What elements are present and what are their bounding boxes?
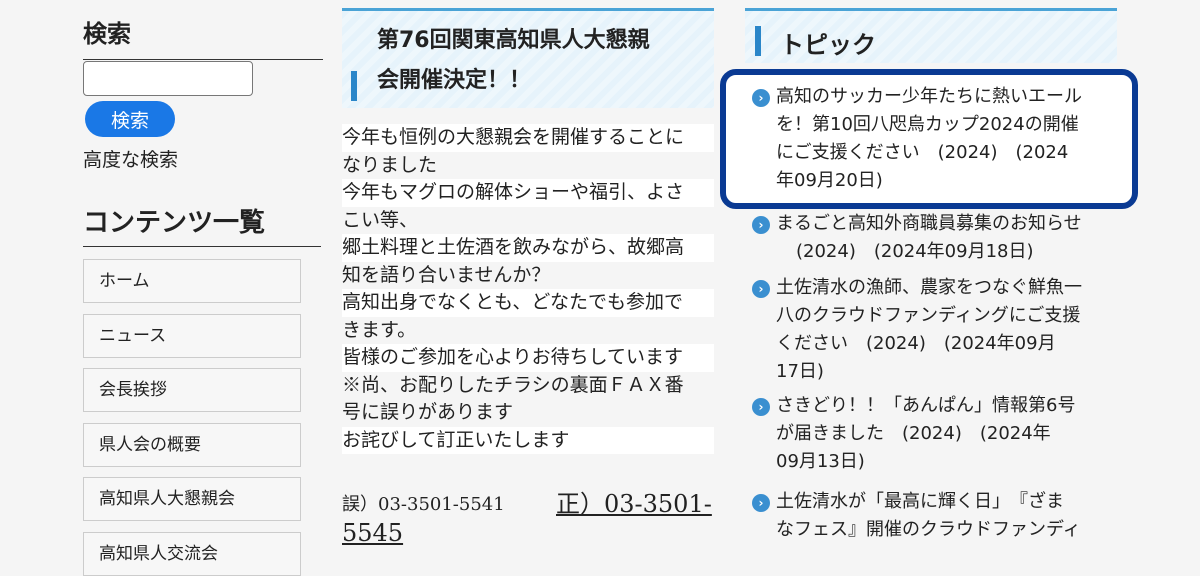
search-heading: 検索 — [83, 20, 131, 48]
topic-item[interactable]: › 土佐清水が「最高に輝く日」 『ざま なフェス』開催のクラウドファンディ — [752, 488, 1112, 548]
nav-item-greeting[interactable]: 会長挨拶 — [83, 368, 301, 412]
body-line: 今年もマグロの解体ショーや福引、よさ — [342, 179, 714, 207]
topic-link[interactable]: 土佐清水の漁師、農家をつなぐ鮮魚一 八のクラウドファンディングにご支援 ください… — [776, 274, 1111, 386]
chevron-right-icon: › — [752, 280, 770, 298]
topic-link[interactable]: 土佐清水が「最高に輝く日」 『ざま なフェス』開催のクラウドファンディ — [776, 488, 1111, 544]
announcement-title: 第76回関東高知県人大懇親 会開催決定！！ — [377, 28, 650, 93]
topics-header: トピック — [745, 8, 1117, 63]
body-line: 今年も恒例の大懇親会を開催することに — [342, 124, 714, 152]
topic-item[interactable]: › 土佐清水の漁師、農家をつなぐ鮮魚一 八のクラウドファンディングにご支援 くだ… — [752, 274, 1112, 386]
topic-link[interactable]: まるごと高知外商職員募集のお知らせ (2024) (2024年09月18日) — [776, 210, 1111, 266]
topic-item[interactable]: › さきどり！！「あんぱん」情報第6号 が届きました (2024) (2024年… — [752, 392, 1112, 476]
body-line: きます。 — [342, 318, 417, 341]
body-line: お詫びして訂正いたします — [342, 426, 714, 454]
announcement-header: 第76回関東高知県人大懇親 会開催決定！！ — [342, 8, 714, 108]
search-button[interactable]: 検索 — [85, 101, 175, 137]
nav-item-exchange[interactable]: 高知県人交流会 — [83, 532, 301, 576]
advanced-search-link[interactable]: 高度な検索 — [83, 145, 178, 172]
correct-fax-number: 正）03-3501- — [556, 490, 712, 518]
chevron-right-icon: › — [752, 89, 770, 107]
correct-fax-number-cont: 5545 — [342, 519, 404, 547]
search-input[interactable] — [83, 61, 253, 96]
highlighted-topic[interactable]: › 高知のサッカー少年たちに熱いエール を！第10回八咫烏カップ2024の開催 … — [720, 69, 1138, 209]
header-accent-bar — [351, 71, 357, 101]
divider — [83, 59, 323, 60]
chevron-right-icon: › — [752, 216, 770, 234]
topics-heading: トピック — [780, 31, 876, 59]
body-line: 郷土料理と土佐酒を飲みながら、故郷高 — [342, 234, 714, 262]
body-line: 皆様のご参加を心よりお待ちしています — [342, 344, 714, 372]
header-accent-bar — [755, 26, 761, 56]
topic-link[interactable]: さきどり！！「あんぱん」情報第6号 が届きました (2024) (2024年 0… — [776, 392, 1111, 476]
body-line: なりました — [342, 153, 438, 176]
chevron-right-icon: › — [752, 398, 770, 416]
nav-item-grand-reunion[interactable]: 高知県人大懇親会 — [83, 477, 301, 521]
contents-heading: コンテンツ一覧 — [83, 208, 266, 238]
topic-item[interactable]: › まるごと高知外商職員募集のお知らせ (2024) (2024年09月18日) — [752, 210, 1112, 270]
body-line: こい等、 — [342, 208, 419, 231]
wrong-fax-number: 誤）03-3501-5541 — [342, 494, 505, 515]
nav-item-news[interactable]: ニュース — [83, 314, 301, 358]
topic-link[interactable]: 高知のサッカー少年たちに熱いエール を！第10回八咫烏カップ2024の開催 にご… — [776, 83, 1126, 195]
nav-item-home[interactable]: ホーム — [83, 259, 301, 303]
body-line: 号に誤りがあります — [342, 401, 514, 423]
body-line: 高知出身でなくとも、どなたでも参加で — [342, 289, 714, 317]
divider — [83, 246, 321, 247]
nav-item-overview[interactable]: 県人会の概要 — [83, 423, 301, 467]
announcement-body: 今年も恒例の大懇親会を開催することに なりました 今年もマグロの解体ショーや福引… — [342, 124, 714, 454]
chevron-right-icon: › — [752, 494, 770, 512]
body-line: 知を語り合いませんか？ — [342, 263, 551, 286]
body-line: ※尚、お配りしたチラシの裏面ＦＡＸ番 — [342, 373, 684, 396]
